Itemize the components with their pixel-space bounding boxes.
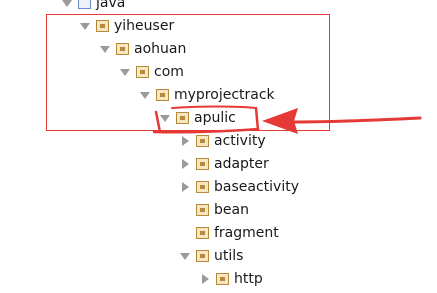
tree-item-java[interactable]: java bbox=[60, 0, 125, 14]
expand-toggle[interactable] bbox=[198, 272, 212, 286]
tree-item-label: activity bbox=[214, 133, 266, 149]
expand-toggle[interactable] bbox=[178, 180, 192, 194]
package-icon bbox=[196, 181, 209, 193]
tree-item-http[interactable]: http bbox=[198, 268, 263, 290]
triangle-right-icon bbox=[181, 182, 189, 192]
package-icon bbox=[196, 158, 209, 170]
tree-item-label: utils bbox=[214, 248, 244, 264]
expand-toggle[interactable] bbox=[178, 157, 192, 171]
tree-item-label: http bbox=[234, 271, 263, 287]
tree-item-label: baseactivity bbox=[214, 179, 299, 195]
package-icon bbox=[196, 135, 209, 147]
package-icon bbox=[196, 250, 209, 262]
source-folder-icon bbox=[78, 0, 91, 9]
triangle-down-icon bbox=[62, 0, 72, 7]
tree-item-label: bean bbox=[214, 202, 249, 218]
annotation-highlight-box bbox=[46, 14, 330, 131]
triangle-right-icon bbox=[181, 159, 189, 169]
tree-item-utils[interactable]: utils bbox=[178, 245, 243, 267]
tree-item-fragment[interactable]: fragment bbox=[178, 222, 279, 244]
expand-toggle-empty bbox=[178, 203, 192, 217]
expand-toggle[interactable] bbox=[178, 134, 192, 148]
triangle-down-icon bbox=[180, 252, 190, 260]
expand-toggle[interactable] bbox=[60, 0, 74, 10]
tree-item-label: fragment bbox=[214, 225, 279, 241]
tree-item-baseactivity[interactable]: baseactivity bbox=[178, 176, 299, 198]
triangle-right-icon bbox=[181, 136, 189, 146]
tree-item-label: java bbox=[96, 0, 126, 11]
tree-item-label: adapter bbox=[214, 156, 269, 172]
triangle-right-icon bbox=[201, 274, 209, 284]
package-icon bbox=[216, 273, 229, 285]
expand-toggle[interactable] bbox=[178, 249, 192, 263]
expand-toggle-empty bbox=[178, 226, 192, 240]
tree-item-adapter[interactable]: adapter bbox=[178, 153, 269, 175]
package-icon bbox=[196, 204, 209, 216]
tree-item-activity[interactable]: activity bbox=[178, 130, 266, 152]
tree-item-bean[interactable]: bean bbox=[178, 199, 249, 221]
package-icon bbox=[196, 227, 209, 239]
